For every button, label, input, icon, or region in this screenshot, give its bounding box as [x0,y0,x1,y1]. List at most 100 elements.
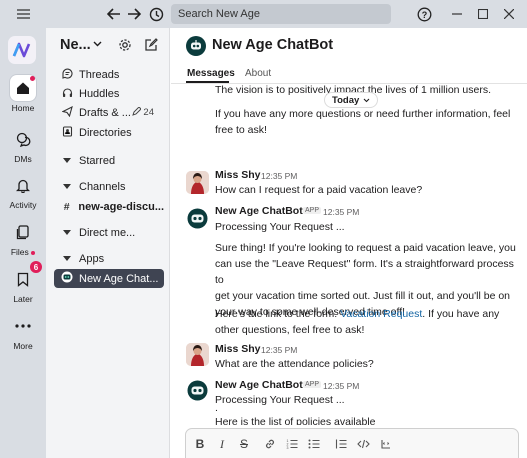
sidebar-item-new-age-discussion[interactable]: # new-age-discu... [54,197,164,216]
rail-dms[interactable]: DMs [0,126,46,164]
sidebar-item-label: Channels [79,180,126,193]
sidebar-item-directories[interactable]: Directories [54,123,164,142]
message-text: What are the attendance policies? [215,358,374,370]
hash-icon: # [63,200,70,213]
rail-home-label: Home [11,103,35,113]
active-tab-indicator [186,81,229,83]
back-icon[interactable] [104,4,124,24]
sidebar-section-direct-messages[interactable]: Direct me... [54,223,164,242]
search-input[interactable]: Search New Age [171,4,391,24]
close-icon[interactable] [499,4,519,24]
help-icon[interactable]: ? [414,4,434,24]
sidebar-item-label: Drafts & ... [79,106,131,119]
sidebar-item-drafts[interactable]: Drafts & ... 24 [54,103,164,122]
bold-icon[interactable]: B [191,436,209,452]
bookmark-icon: 6 [10,261,42,292]
send-icon [60,105,74,120]
message-composer[interactable]: B I S 123 [185,428,519,458]
workspace-logo[interactable] [8,36,36,64]
strikethrough-icon[interactable]: S [235,436,253,452]
ordered-list-icon[interactable]: 123 [283,436,301,452]
rail-activity[interactable]: Activity [0,172,46,210]
code-icon[interactable] [354,436,372,452]
message-time[interactable]: 12:35 PM [261,345,297,355]
channel-title[interactable]: New Age ChatBot [212,37,333,53]
rail-files[interactable]: Files [0,219,46,257]
message-time[interactable]: 12:35 PM [261,171,297,181]
svg-text:3: 3 [287,446,289,450]
tab-messages[interactable]: Messages [187,68,235,79]
sidebar-item-threads[interactable]: Threads [54,65,164,84]
avatar[interactable] [186,171,209,194]
rail-dms-label: DMs [14,154,32,164]
message-sender[interactable]: New Age ChatBot [215,205,303,217]
link-icon[interactable] [261,436,279,452]
files-icon [10,219,36,245]
directory-icon [60,125,74,140]
rail-more[interactable]: More [0,313,46,351]
vacation-request-link[interactable]: Vacation Request [340,308,422,320]
sidebar-section-starred[interactable]: Starred [54,151,164,170]
message-list: The vision is to positively impact the l… [171,85,527,425]
drafts-count: 24 [131,106,154,118]
message-text: Processing Your Request ... [215,221,345,233]
code-block-icon[interactable] [376,436,394,452]
bullet-list-icon[interactable] [305,436,323,452]
history-icon[interactable] [146,4,166,24]
sidebar-item-label: Apps [79,252,105,265]
message-sender[interactable]: Miss Shy [215,169,261,181]
headphones-icon [60,87,74,101]
app-tag: APP [303,381,322,388]
sidebar-item-label: new-age-discu... [78,200,164,213]
italic-icon[interactable]: I [213,436,231,452]
caret-down-icon [60,181,74,193]
sidebar-item-label: Threads [79,68,120,81]
avatar[interactable] [186,379,209,402]
more-icon [10,313,36,339]
rail-later[interactable]: 6 Later [0,261,46,304]
bell-icon [10,172,36,198]
sidebar-item-new-age-chatbot[interactable]: New Age Chat... [54,269,164,288]
caret-down-icon [60,155,74,167]
svg-text:?: ? [421,10,427,20]
avatar[interactable] [186,343,209,366]
message-text: If you have any more questions or need f… [215,108,511,136]
channel-header: New Age ChatBot Messages About [171,28,527,84]
bot-avatar-icon [186,36,206,56]
home-icon [10,75,36,101]
message-text: Here's the link to the form: Vacation Re… [215,308,500,336]
message-time[interactable]: 12:35 PM [323,207,359,217]
caret-down-icon [60,253,74,265]
sidebar-item-label: Huddles [79,87,120,100]
message-text: How can I request for a paid vacation le… [215,184,423,196]
sidebar-section-channels[interactable]: Channels [54,177,164,196]
rail-later-label: Later [13,294,33,304]
later-badge: 6 [30,261,42,273]
gear-icon[interactable] [116,36,134,54]
message-time[interactable]: 12:35 PM [323,381,359,391]
avatar[interactable] [186,207,209,230]
rail-more-label: More [13,341,33,351]
bot-avatar-icon [60,271,74,286]
sidebar-section-apps[interactable]: Apps [54,249,164,268]
message-sender[interactable]: Miss Shy [215,343,261,355]
maximize-icon[interactable] [473,4,493,24]
sidebar-item-label: Directories [79,126,132,139]
rail-home[interactable]: Home [0,75,46,113]
workspace-name[interactable]: Ne... [60,37,91,53]
sidebar-item-huddles[interactable]: Huddles [54,84,164,103]
main-panel: New Age ChatBot Messages About The visio… [171,28,527,458]
forward-icon[interactable] [124,4,144,24]
blockquote-icon[interactable] [332,436,350,452]
app-tag: APP [303,207,322,214]
hamburger-icon[interactable] [13,4,33,24]
message-text: . [215,402,218,414]
dm-icon [10,126,36,152]
compose-icon[interactable] [142,36,160,54]
sidebar-item-label: Direct me... [79,226,136,239]
threads-icon [60,68,74,82]
minimize-icon[interactable] [447,4,467,24]
tab-about[interactable]: About [245,68,271,79]
chevron-down-icon[interactable] [93,39,102,50]
message-sender[interactable]: New Age ChatBot [215,379,303,391]
